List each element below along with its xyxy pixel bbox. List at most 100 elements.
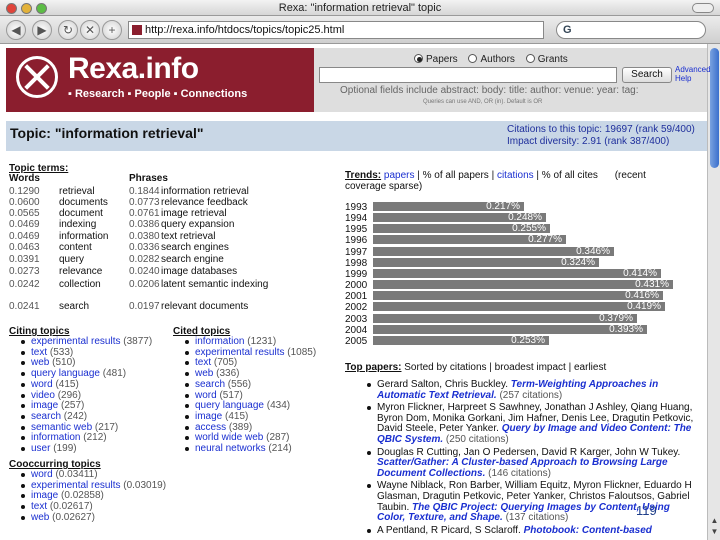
stop-icon[interactable]: ✕ — [80, 20, 100, 40]
phrases-header: Phrases — [129, 173, 168, 184]
word-term: search — [59, 301, 90, 312]
topic-link[interactable]: text — [31, 347, 47, 358]
word-term: information — [59, 231, 109, 242]
scroll-down-icon[interactable]: ▼ — [709, 527, 720, 537]
trend-year: 2003 — [345, 313, 368, 325]
topic-link[interactable]: word — [31, 469, 53, 480]
phrase-weight: 0.0197 — [129, 301, 160, 312]
reload-icon[interactable]: ↻ — [58, 20, 78, 40]
top-papers-sort[interactable]: Sorted by citations | broadest impact | … — [404, 362, 606, 373]
topic-link[interactable]: image — [31, 490, 58, 502]
topic-link[interactable]: image — [31, 400, 58, 411]
topic-count: (415) — [225, 410, 249, 422]
topic-count: (705) — [213, 357, 238, 369]
topic-link[interactable]: video — [31, 390, 55, 401]
word-weight: 0.1290 — [9, 186, 40, 197]
topic-term-row: 0.0463 content 0.0336 search engines — [9, 242, 259, 254]
topic-link[interactable]: web — [31, 357, 49, 369]
topic-link[interactable]: word — [195, 390, 217, 401]
topic-link[interactable]: experimental results — [31, 336, 120, 347]
topic-count: (434) — [266, 400, 291, 412]
phrase-term: query expansion — [161, 219, 235, 230]
topic-link[interactable]: semantic web — [31, 422, 92, 433]
trends-sep-2: | % of all cites — [533, 170, 598, 181]
toolbar-toggle-button[interactable] — [692, 3, 714, 13]
topic-link[interactable]: neural networks — [195, 443, 266, 454]
radio-selected-icon[interactable] — [414, 54, 423, 63]
topic-link[interactable]: search — [195, 379, 225, 390]
logo-block[interactable]: Rexa.info ▪ Research ▪ People ▪ Connecti… — [6, 48, 314, 112]
scroll-up-icon[interactable]: ▲ — [709, 516, 720, 526]
search-hint: Optional fields include abstract: body: … — [340, 85, 639, 96]
back-icon[interactable]: ◀ — [6, 20, 26, 40]
trend-value-label: 0.393% — [609, 323, 643, 335]
trend-value-label: 0.217% — [486, 201, 520, 212]
topic-count: (0.02627) — [52, 511, 95, 523]
phrase-weight: 0.0282 — [129, 254, 160, 265]
advanced-link[interactable]: Advanced — [675, 65, 711, 74]
trend-value-label: 0.324% — [561, 256, 595, 268]
trend-year: 1997 — [345, 246, 368, 258]
window-title: Rexa: "information retrieval" topic — [278, 2, 442, 14]
citing-topics-list: experimental results (3877) text (533) web… — [9, 336, 152, 455]
search-input[interactable] — [319, 67, 617, 83]
paper-title-link[interactable]: Photobook: Content-based — [524, 525, 652, 536]
help-link[interactable]: Help — [675, 74, 711, 83]
topic-link[interactable]: access — [195, 422, 226, 433]
topic-link[interactable]: information — [195, 336, 244, 347]
cooccurring-topics-list: word (0.03411) experimental results (0.03… — [9, 469, 167, 524]
topic-count: (296) — [57, 389, 82, 401]
forward-icon[interactable]: ▶ — [32, 20, 52, 40]
rexa-favicon-icon — [132, 25, 142, 35]
rexa-logo-icon — [16, 56, 58, 98]
trend-year: 1995 — [345, 224, 368, 236]
trend-value-label: 0.416% — [625, 290, 659, 302]
topic-link[interactable]: word — [31, 379, 53, 390]
phrase-weight: 0.1844 — [129, 186, 160, 197]
topic-link[interactable]: web — [195, 368, 213, 379]
topic-link[interactable]: world wide web — [195, 432, 263, 443]
topic-link[interactable]: experimental results — [195, 347, 284, 358]
radio-icon[interactable] — [525, 54, 535, 63]
address-bar[interactable]: http://rexa.info/htdocs/topics/topic25.h… — [128, 21, 544, 39]
topic-term-row: 0.0469 indexing 0.0386 query expansion — [9, 219, 259, 231]
scrollbar-thumb[interactable] — [710, 48, 719, 168]
topic-link[interactable]: query language — [31, 368, 100, 379]
topic-link[interactable]: information — [31, 432, 80, 443]
paper-citation-count: (257 citations) — [499, 389, 563, 401]
topic-link[interactable]: text — [195, 357, 211, 369]
word-weight: 0.0469 — [9, 219, 40, 230]
trends-papers-link[interactable]: papers — [384, 170, 415, 181]
radio-papers[interactable]: Papers — [414, 54, 458, 65]
trends-citations-link[interactable]: citations — [497, 170, 534, 181]
topic-link[interactable]: web — [31, 512, 49, 523]
word-weight: 0.0600 — [9, 197, 40, 208]
topic-link[interactable]: experimental results — [31, 480, 120, 491]
window-titlebar: Rexa: "information retrieval" topic — [0, 0, 720, 16]
site-nav[interactable]: ▪ Research ▪ People ▪ Connections — [68, 88, 247, 100]
radio-icon[interactable] — [468, 54, 478, 63]
topic-link[interactable]: image — [195, 411, 222, 422]
topic-link[interactable]: user — [31, 443, 50, 454]
impact-summary: Impact diversity: 2.91 (rank 387/400) — [507, 136, 670, 147]
paper-item: Myron Flickner, Harpreet S Sawhney, Jona… — [345, 402, 695, 445]
topic-link[interactable]: text — [31, 501, 47, 512]
topic-count: (0.03019) — [123, 479, 167, 491]
radio-authors[interactable]: Authors — [468, 54, 515, 65]
phrase-term: relevance feedback — [161, 197, 248, 208]
add-bookmark-icon[interactable]: + — [102, 20, 122, 40]
topic-count: (415) — [55, 378, 79, 390]
radio-grants[interactable]: Grants — [525, 54, 568, 65]
topic-count: (0.02617) — [49, 501, 93, 513]
word-weight: 0.0242 — [9, 279, 40, 290]
phrase-term: latent semantic indexing — [161, 279, 269, 290]
paper-item: A Pentland, R Picard, S Sclaroff. Photob… — [345, 525, 695, 537]
topic-link[interactable]: query language — [195, 400, 264, 411]
browser-search-field[interactable]: G — [556, 21, 706, 39]
vertical-scrollbar[interactable]: ▲ ▼ — [707, 44, 720, 540]
url-text: http://rexa.info/htdocs/topics/topic25.h… — [145, 24, 345, 36]
word-term: document — [59, 208, 103, 219]
topic-link[interactable]: search — [31, 411, 61, 422]
search-button[interactable]: Search — [622, 67, 672, 83]
topic-count: (217) — [94, 421, 119, 433]
